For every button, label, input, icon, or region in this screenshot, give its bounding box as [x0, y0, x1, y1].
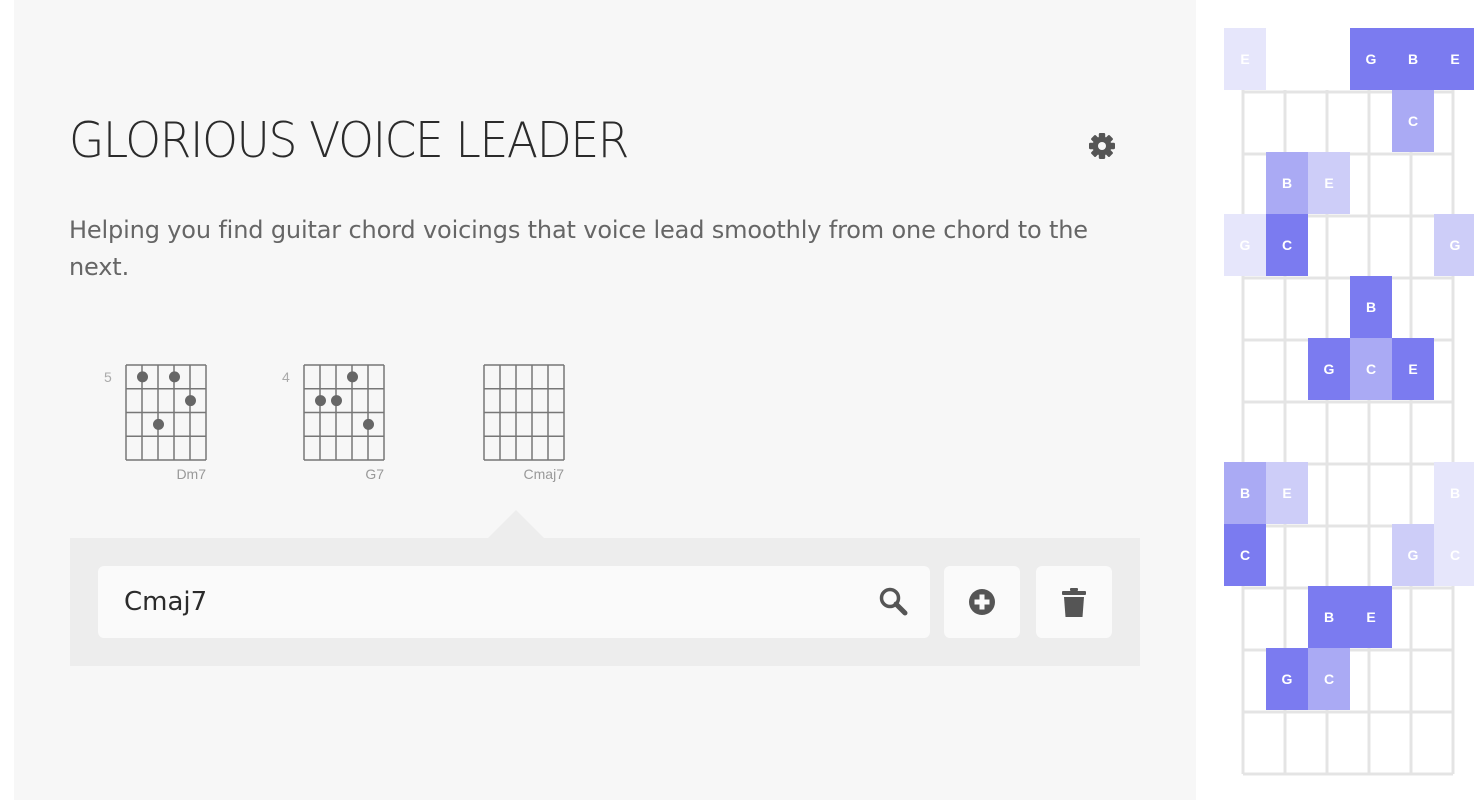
note-label: G [1240, 237, 1251, 253]
fretboard-note[interactable]: B [1266, 152, 1308, 214]
chord-grid [303, 364, 385, 461]
chord-search-field[interactable] [98, 566, 930, 638]
finger-dot [169, 371, 180, 383]
note-label: E [1324, 175, 1333, 191]
finger-dot [331, 395, 342, 407]
fretboard-note[interactable]: C [1266, 214, 1308, 276]
note-label: B [1450, 485, 1460, 501]
fretboard-note[interactable]: B [1350, 276, 1392, 338]
gear-icon[interactable] [1087, 131, 1117, 161]
note-label: G [1324, 361, 1335, 377]
delete-chord-button[interactable] [1036, 566, 1112, 638]
note-label: G [1450, 237, 1461, 253]
fretboard-note[interactable]: C [1350, 338, 1392, 400]
fretboard-note[interactable]: B [1224, 462, 1266, 524]
note-label: E [1366, 609, 1375, 625]
fretboard-note[interactable]: G [1224, 214, 1266, 276]
page-title: GLORIOUS VOICE LEADER [69, 112, 629, 169]
note-label: B [1240, 485, 1250, 501]
plus-circle-icon [969, 589, 995, 615]
fretboard-note[interactable]: C [1224, 524, 1266, 586]
fretboard-note[interactable]: C [1392, 90, 1434, 152]
note-label: C [1450, 547, 1460, 563]
trash-icon [1062, 588, 1086, 617]
note-label: E [1282, 485, 1291, 501]
fretboard-note[interactable]: E [1224, 28, 1266, 90]
chord-grid [125, 364, 207, 461]
fretboard-note[interactable]: G [1350, 28, 1392, 90]
note-label: C [1324, 671, 1334, 687]
finger-dot [185, 395, 196, 407]
note-label: G [1408, 547, 1419, 563]
fretboard-note[interactable]: B [1308, 586, 1350, 648]
fretboard-note[interactable]: G [1392, 524, 1434, 586]
note-label: E [1408, 361, 1417, 377]
page-subtitle: Helping you find guitar chord voicings t… [69, 216, 1088, 281]
chord-grid [483, 364, 565, 461]
selected-chord-pointer [488, 510, 544, 538]
note-label: E [1450, 51, 1459, 67]
note-label: B [1282, 175, 1292, 191]
fretboard-note[interactable]: B [1434, 462, 1474, 524]
finger-dot [347, 371, 358, 383]
fretboard-note[interactable]: E [1392, 338, 1434, 400]
fretboard-note[interactable]: G [1434, 214, 1474, 276]
fretboard-note[interactable]: E [1308, 152, 1350, 214]
fretboard-note[interactable]: C [1434, 524, 1474, 586]
fretboard-note[interactable]: E [1434, 28, 1474, 90]
note-label: C [1366, 361, 1376, 377]
chord-name: Cmaj7 [523, 466, 564, 482]
note-label: B [1324, 609, 1334, 625]
chord-diagram-3[interactable]: Cmaj7 [483, 364, 565, 482]
note-label: G [1366, 51, 1377, 67]
chord-input[interactable] [124, 566, 864, 638]
fretboard-note[interactable]: B [1392, 28, 1434, 90]
finger-dot [363, 418, 374, 430]
chord-name: G7 [365, 466, 384, 482]
chord-diagram-2[interactable]: 4 G7 [282, 364, 385, 482]
note-label: B [1408, 51, 1418, 67]
base-fret-label: 5 [104, 369, 112, 385]
fretboard: E G B E C B E G C G B G C E B E B C G C B E G C [1224, 28, 1474, 776]
finger-dot [315, 395, 326, 407]
note-label: C [1282, 237, 1292, 253]
fretboard-note[interactable]: C [1308, 648, 1350, 710]
note-label: E [1240, 51, 1249, 67]
note-label: B [1366, 299, 1376, 315]
fretboard-note[interactable]: E [1266, 462, 1308, 524]
note-label: G [1282, 671, 1293, 687]
chord-name: Dm7 [176, 466, 206, 482]
fretboard-note[interactable]: E [1350, 586, 1392, 648]
fretboard-note[interactable]: G [1308, 338, 1350, 400]
chord-diagram-1[interactable]: 5 Dm7 [104, 364, 207, 482]
finger-dot [153, 418, 164, 430]
note-label: C [1408, 113, 1418, 129]
finger-dot [137, 371, 148, 383]
base-fret-label: 4 [282, 369, 290, 385]
search-icon[interactable] [878, 586, 910, 618]
fretboard-note[interactable]: G [1266, 648, 1308, 710]
note-label: C [1240, 547, 1250, 563]
add-chord-button[interactable] [944, 566, 1020, 638]
